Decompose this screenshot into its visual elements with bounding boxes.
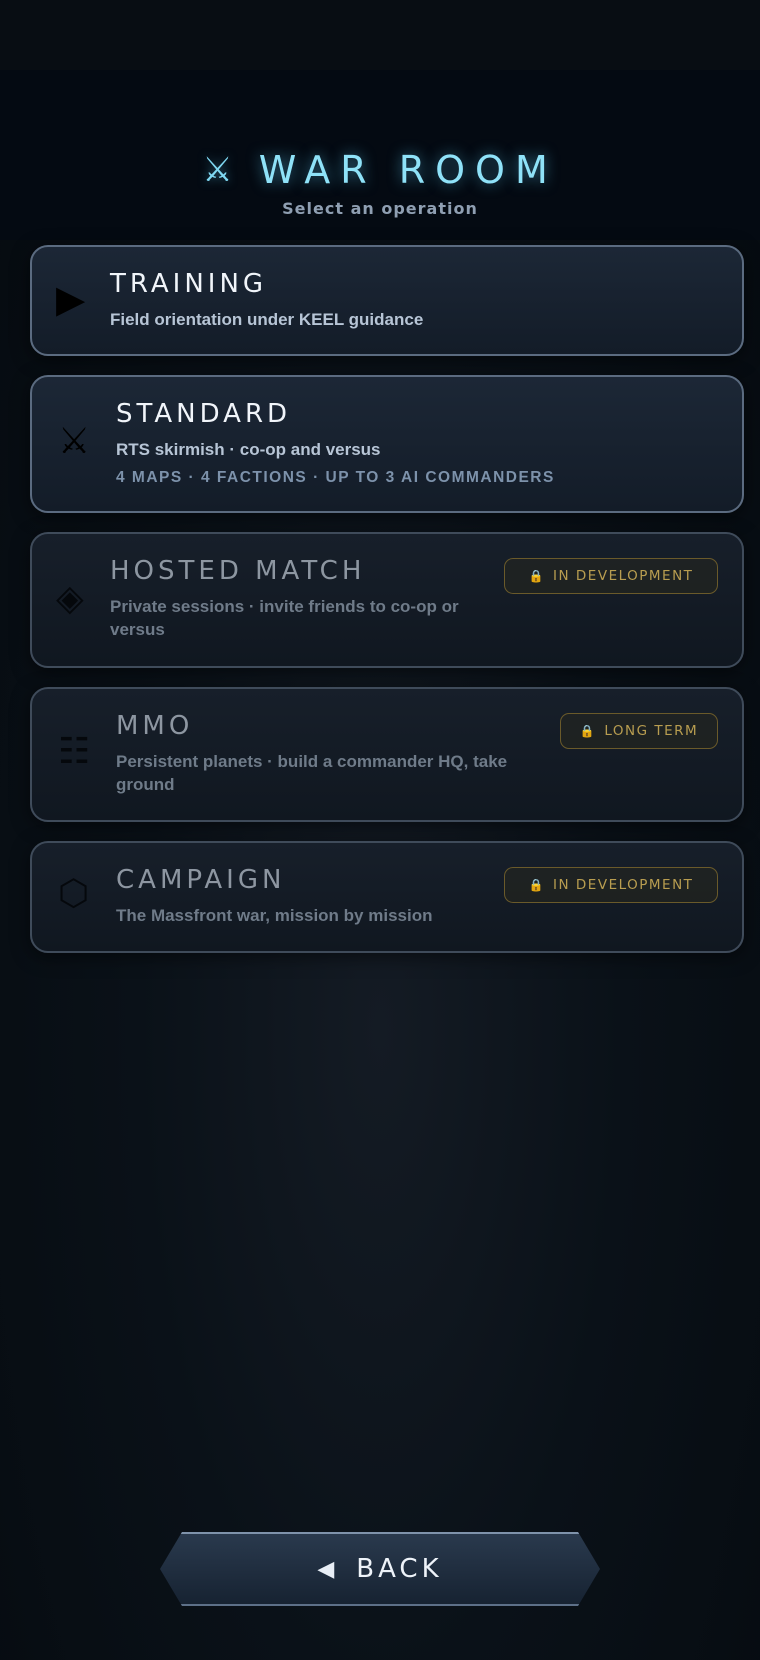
play-icon: ▶ [56,277,86,321]
back-button[interactable]: ◀ BACK [160,1532,600,1606]
card-description: RTS skirmish · co-op and versus [116,440,381,459]
training-card[interactable]: ▶ TRAINING Field orientation under KEEL … [30,245,744,356]
hosted-match-card[interactable]: ◈ HOSTED MATCH Private sessions · invite… [30,532,744,668]
title-text: WAR ROOM [258,148,558,192]
badge-label: IN DEVELOPMENT [553,877,694,893]
campaign-card[interactable]: ⬡ CAMPAIGN The Massfront war, mission by… [30,841,744,953]
diamond-icon: ◈ [56,578,84,619]
crossed-swords-icon: ⚔ [202,150,233,190]
badge-label: IN DEVELOPMENT [553,568,694,584]
back-arrow-icon: ◀ [317,1556,335,1582]
card-description: Persistent planets · build a commander H… [116,752,508,794]
grid-icon: ☷ [58,731,91,772]
badge-label: LONG TERM [604,723,699,739]
card-title: HOSTED MATCH [110,556,366,586]
top-strip [0,0,760,70]
card-description: Private sessions · invite friends to co-… [110,597,459,639]
card-title: MMO [116,711,194,741]
card-meta: 4 MAPS · 4 FACTIONS · UP TO 3 AI COMMAND… [116,469,555,486]
page-title: ⚔ WAR ROOM [0,145,760,195]
card-title: TRAINING [110,269,268,299]
lock-icon: 🔒 [579,724,597,738]
crossed-swords-icon: ⚔ [58,421,91,462]
lock-icon: 🔒 [528,569,546,583]
card-description: Field orientation under KEEL guidance [110,310,424,329]
status-badge: 🔒 IN DEVELOPMENT [504,867,718,903]
status-badge: 🔒 IN DEVELOPMENT [504,558,718,594]
lock-icon: 🔒 [528,878,546,892]
back-label: BACK [356,1554,443,1584]
standard-card[interactable]: ⚔ STANDARD RTS skirmish · co-op and vers… [30,375,744,513]
card-title: CAMPAIGN [116,865,286,895]
card-title: STANDARD [116,399,292,429]
mmo-card[interactable]: ☷ MMO Persistent planets · build a comma… [30,687,744,822]
page-subtitle: Select an operation [282,199,478,218]
card-description: The Massfront war, mission by mission [116,906,433,925]
status-badge: 🔒 LONG TERM [560,713,718,749]
hexagon-icon: ⬡ [58,873,90,914]
